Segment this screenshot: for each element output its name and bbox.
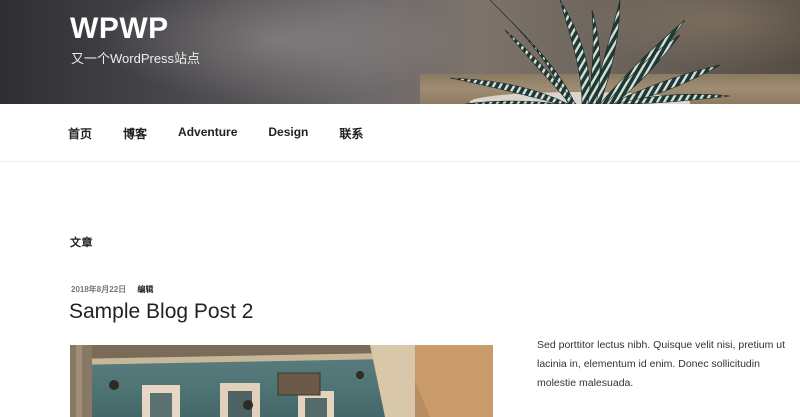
header-banner: WPWP 又一个WordPress站点 xyxy=(0,0,800,104)
post-date-link[interactable]: 2018年8月22日 xyxy=(71,285,126,294)
main-navigation: 首页 博客 Adventure Design 联系 xyxy=(0,104,800,162)
nav-item-contact[interactable]: 联系 xyxy=(339,125,363,142)
banner-plant-image xyxy=(449,0,731,104)
nav-item-design[interactable]: Design xyxy=(268,125,308,142)
nav-item-adventure[interactable]: Adventure xyxy=(178,125,237,142)
nav-item-blog[interactable]: 博客 xyxy=(123,125,147,142)
site-description: 又一个WordPress站点 xyxy=(71,51,201,66)
post-featured-image[interactable] xyxy=(70,345,493,417)
nav-menu: 首页 博客 Adventure Design 联系 xyxy=(68,125,394,142)
post-excerpt: Sed porttitor lectus nibh. Quisque velit… xyxy=(537,339,786,389)
page-heading: 文章 xyxy=(70,237,93,249)
site-title[interactable]: WPWP xyxy=(70,12,169,46)
post-edit-link[interactable]: 编辑 xyxy=(137,285,153,294)
post-meta: 2018年8月22日 编辑 xyxy=(71,284,153,295)
nav-item-home[interactable]: 首页 xyxy=(68,125,92,142)
building-photo xyxy=(70,345,493,417)
post-title[interactable]: Sample Blog Post 2 xyxy=(69,300,253,324)
